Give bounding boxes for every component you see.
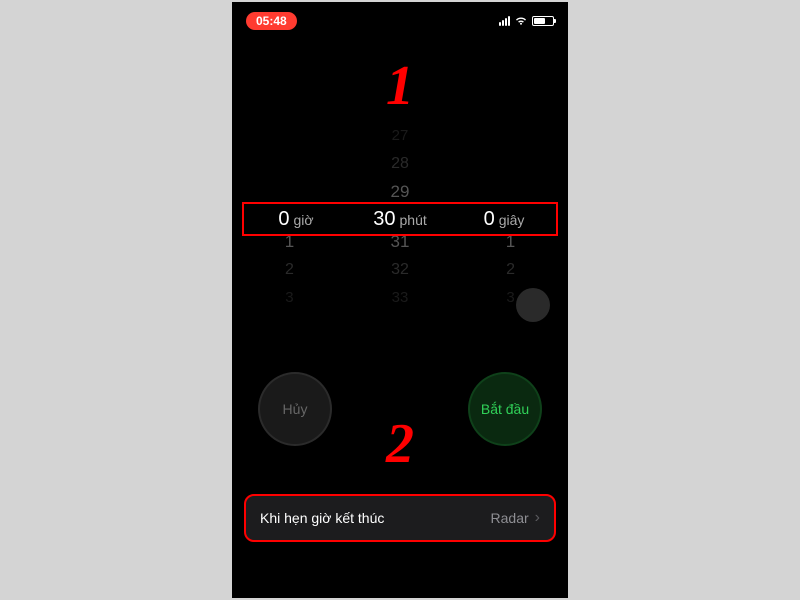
minutes-label: phút	[400, 212, 427, 228]
signal-icon	[499, 16, 510, 26]
status-icons	[499, 16, 554, 26]
when-timer-ends-row[interactable]: Khi hẹn giờ kết thúc Radar ›	[244, 494, 556, 542]
picker-option: 3	[506, 284, 514, 312]
picker-option: 2	[285, 256, 294, 284]
wifi-icon	[514, 16, 528, 26]
minutes-value: 30	[373, 208, 395, 231]
touch-indicator	[516, 288, 550, 322]
annotation-2: 2	[386, 412, 414, 476]
seconds-selected: 0 giây	[452, 208, 556, 231]
picker-option: 28	[391, 150, 409, 178]
status-bar: 05:48	[234, 4, 566, 32]
picker-option: 2	[506, 256, 515, 284]
status-time-pill: 05:48	[246, 12, 297, 30]
when-timer-ends-value: Radar ›	[491, 509, 540, 527]
picker-selection-highlight: 0 giờ 30 phút 0 giây	[242, 202, 558, 236]
picker-option: 3	[285, 284, 293, 312]
start-button[interactable]: Bắt đầu	[468, 372, 542, 446]
chevron-right-icon: ›	[535, 509, 540, 527]
hours-value: 0	[278, 208, 289, 231]
picker-option: 32	[391, 256, 409, 284]
picker-option: 27	[392, 122, 409, 150]
annotation-1: 1	[386, 54, 414, 118]
cancel-button[interactable]: Hủy	[258, 372, 332, 446]
timer-picker[interactable]: 1 2 3 27 28 29 31 32 33 1 2 3 0 giờ	[234, 122, 566, 312]
when-timer-ends-label: Khi hẹn giờ kết thúc	[260, 510, 384, 526]
seconds-value: 0	[484, 208, 495, 231]
battery-icon	[532, 16, 554, 26]
minutes-selected: 30 phút	[348, 208, 452, 231]
phone-screen: 05:48 1 1 2 3 27 28 29	[232, 2, 568, 598]
hours-label: giờ	[294, 212, 314, 228]
hours-selected: 0 giờ	[244, 208, 348, 231]
picker-option: 33	[392, 284, 409, 312]
seconds-label: giây	[499, 212, 525, 228]
